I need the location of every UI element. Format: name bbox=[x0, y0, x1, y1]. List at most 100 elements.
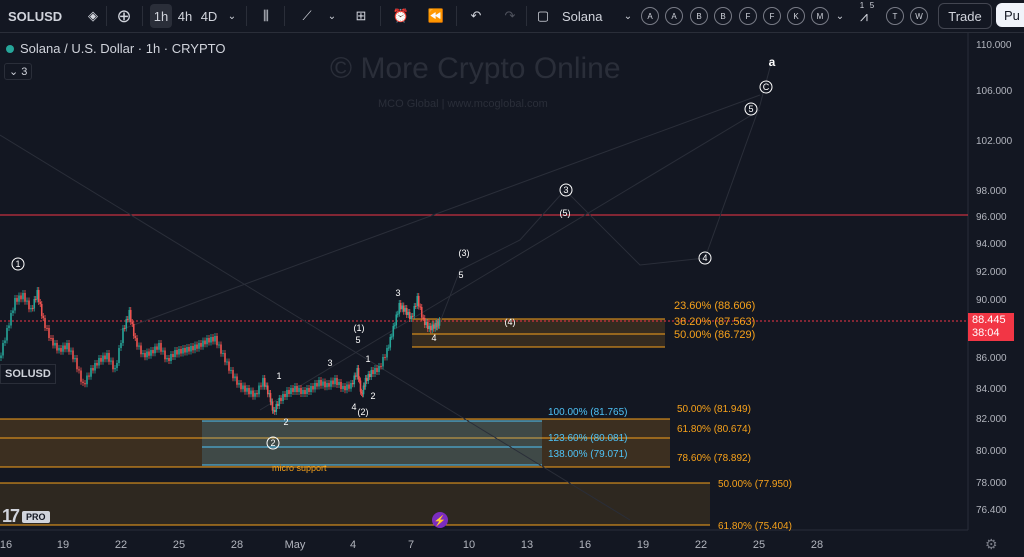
candle-body bbox=[316, 383, 318, 387]
quick-alert-b[interactable]: B bbox=[690, 7, 708, 25]
candle-body bbox=[58, 348, 60, 351]
candle-body bbox=[156, 346, 158, 350]
interval-4d[interactable]: 4D bbox=[198, 4, 220, 28]
alert-clock-icon[interactable]: ⏰ bbox=[388, 4, 414, 28]
candle-body bbox=[365, 378, 368, 381]
top-toolbar: SOLUSD ◈ ⊕ 1h 4h 4D ⌄ ⫼ ⟋ ⌄ ⊞ ⏰ ⏪ ↶ ↷ ▢ … bbox=[0, 0, 1024, 33]
candle-body bbox=[154, 346, 156, 354]
candle-body bbox=[432, 324, 435, 329]
current-price-value: 88.445 bbox=[972, 314, 1006, 326]
candle-body bbox=[64, 345, 66, 350]
market-status-dot bbox=[6, 44, 14, 53]
candle-body bbox=[104, 355, 106, 360]
candle-body bbox=[426, 322, 429, 329]
settings-gear-icon[interactable]: ⚙ bbox=[985, 536, 998, 553]
trade-button[interactable]: Trade bbox=[938, 3, 992, 29]
indicators-icon[interactable]: ⟋ bbox=[294, 4, 320, 28]
candle-body bbox=[399, 303, 402, 310]
candle-body bbox=[56, 343, 58, 351]
candle-body bbox=[150, 350, 152, 356]
candle-body bbox=[438, 320, 441, 326]
quick-alert-a2[interactable]: A bbox=[665, 7, 683, 25]
quick-alert-t[interactable]: T bbox=[886, 7, 904, 25]
candle-body bbox=[411, 316, 414, 317]
chart-legend[interactable]: Solana / U.S. Dollar · 1h · CRYPTO bbox=[6, 41, 225, 56]
candle-body bbox=[288, 390, 290, 394]
interval-1h[interactable]: 1h bbox=[150, 4, 172, 28]
candle-body bbox=[200, 343, 202, 347]
time-axis-label: 25 bbox=[753, 539, 765, 551]
current-price-tag: 88.445 38:04 bbox=[968, 313, 1014, 341]
undo-icon[interactable]: ↶ bbox=[464, 4, 488, 28]
publish-button[interactable]: Pu bbox=[996, 3, 1024, 27]
quick-alert-a[interactable]: A bbox=[641, 7, 659, 25]
candle-body bbox=[340, 382, 342, 389]
price-axis-label: 102.000 bbox=[976, 136, 1013, 147]
price-axis-label: 90.000 bbox=[976, 295, 1007, 306]
replay-icon[interactable]: ⏪ bbox=[424, 4, 448, 28]
candle-body bbox=[134, 336, 137, 338]
interval-4h[interactable]: 4h bbox=[174, 4, 196, 28]
candle-body bbox=[296, 386, 298, 392]
quick-alert-f2[interactable]: F bbox=[763, 7, 781, 25]
quick-alert-w[interactable]: W bbox=[910, 7, 928, 25]
symbol-search[interactable]: SOLUSD bbox=[4, 4, 78, 28]
candle-body bbox=[152, 350, 154, 354]
fib-label-lower-50: 50.00% (77.950) bbox=[718, 479, 792, 490]
candle-body bbox=[404, 308, 407, 312]
price-axis-label: 84.000 bbox=[976, 384, 1007, 395]
price-axis-label: 98.000 bbox=[976, 186, 1007, 197]
symbol-info-icon[interactable]: ◈ bbox=[82, 4, 104, 28]
candle-body bbox=[384, 357, 386, 358]
interval-dropdown-icon[interactable]: ⌄ bbox=[224, 4, 240, 28]
legend-collapse-button[interactable]: ⌄ 3 bbox=[4, 63, 33, 80]
candles-icon[interactable]: ⫼ bbox=[254, 4, 278, 28]
candle-body bbox=[158, 343, 160, 350]
candle-body bbox=[198, 343, 200, 349]
candle-body bbox=[206, 338, 208, 345]
wave-label-circled-5: 5 bbox=[748, 104, 753, 114]
divider bbox=[246, 6, 247, 26]
candle-body bbox=[123, 328, 126, 329]
wave-label-minor-3b: 3 bbox=[395, 288, 400, 298]
quick-alert-f[interactable]: F bbox=[739, 7, 757, 25]
indicator-count-1: 1 bbox=[859, 0, 865, 10]
redo-icon[interactable]: ↷ bbox=[498, 4, 522, 28]
candle-body bbox=[306, 388, 308, 394]
candle-body bbox=[370, 370, 373, 377]
candle-body bbox=[278, 398, 281, 406]
candle-body bbox=[387, 347, 390, 349]
time-axis-label: 7 bbox=[408, 539, 414, 551]
indicator-count-5: 5 bbox=[869, 0, 875, 10]
candle-body bbox=[334, 378, 336, 385]
candle-body bbox=[129, 310, 132, 322]
candle-body bbox=[202, 340, 204, 347]
candle-body bbox=[178, 349, 180, 355]
bolt-glyph: ⚡ bbox=[434, 514, 446, 527]
candle-body bbox=[431, 324, 434, 331]
quick-alert-b2[interactable]: B bbox=[714, 7, 732, 25]
indicators-dropdown-icon[interactable]: ⌄ bbox=[324, 4, 340, 28]
quick-alert-m[interactable]: M bbox=[811, 7, 829, 25]
candle-body bbox=[367, 374, 370, 381]
candle-body bbox=[82, 381, 84, 383]
candle-body bbox=[132, 324, 135, 336]
price-chart[interactable]: 110.000 106.000 102.000 98.000 96.000 94.000 9… bbox=[0, 32, 1024, 557]
quick-alert-k[interactable]: K bbox=[787, 7, 805, 25]
candle-body bbox=[28, 300, 30, 310]
quick-alert-more-icon[interactable]: ⌄ bbox=[834, 4, 846, 28]
candle-body bbox=[290, 388, 292, 394]
fullscreen-icon[interactable]: ▢ bbox=[532, 4, 554, 28]
time-axis-label: 16 bbox=[0, 539, 12, 551]
wave-label-minor-1b: 1 bbox=[365, 354, 370, 364]
add-symbol-icon[interactable]: ⊕ bbox=[112, 4, 136, 28]
candle-body bbox=[84, 383, 86, 385]
symbol-dropdown-icon[interactable]: ⌄ bbox=[620, 4, 636, 28]
candle-body bbox=[37, 290, 40, 302]
tradingview-logo[interactable]: 17 PRO bbox=[2, 506, 50, 527]
price-axis-label: 110.000 bbox=[976, 40, 1012, 51]
candle-body bbox=[118, 348, 120, 363]
wave-label-paren-3: (3) bbox=[459, 248, 470, 258]
candle-body bbox=[224, 353, 226, 363]
layout-icon[interactable]: ⊞ bbox=[350, 4, 372, 28]
